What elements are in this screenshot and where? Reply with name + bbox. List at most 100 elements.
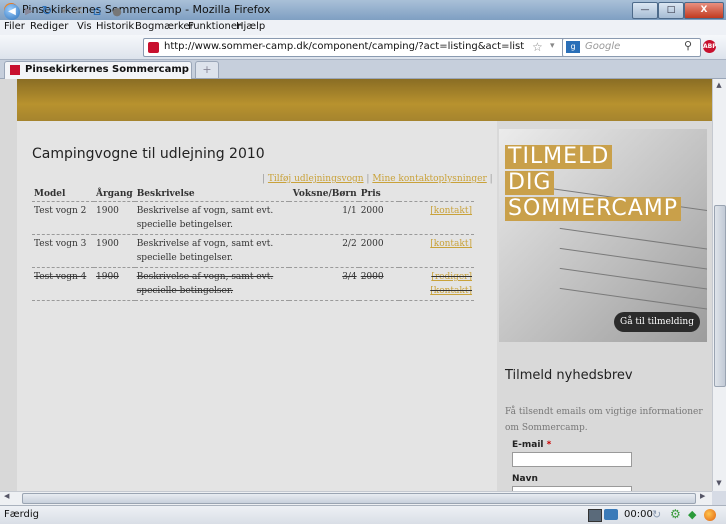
addon-icon[interactable] <box>704 509 716 521</box>
email-label-text: E-mail <box>512 440 544 450</box>
cell-model: Test vogn 3 <box>32 234 94 268</box>
maximize-button[interactable]: □ <box>658 2 684 19</box>
my-contact-info-link[interactable]: Mine kontaktoplysninger <box>372 174 486 184</box>
new-tab-button[interactable]: + <box>195 61 219 79</box>
table-row: Test vogn 3 1900 Beskrivelse af vogn, sa… <box>32 234 474 268</box>
form-line <box>559 267 707 292</box>
search-engine-icon[interactable]: g <box>566 41 580 53</box>
minimize-button[interactable]: — <box>632 2 658 19</box>
contact-link[interactable]: [kontakt] <box>430 286 472 296</box>
reload-icon[interactable]: ↻ <box>40 4 54 20</box>
signup-banner[interactable]: TILMELD DIG SOMMERCAMP Gå til tilmelding <box>499 129 707 342</box>
col-actions <box>398 187 474 202</box>
newsletter-text: Få tilsendt emails om vigtige informatio… <box>505 407 703 433</box>
listing-actions: | Tilføj udlejningsvogn | Mine kontaktop… <box>262 174 493 184</box>
menu-hjaelp[interactable]: Hjælp <box>236 21 265 32</box>
menu-historik[interactable]: Historik <box>96 21 134 32</box>
col-year: Årgang <box>94 187 135 202</box>
cell-description: Beskrivelse af vogn, samt evt. specielle… <box>134 201 289 235</box>
monitor-icon[interactable] <box>588 509 602 522</box>
table-row: Test vogn 4 1900 Beskrivelse af vogn, sa… <box>32 267 474 301</box>
cell-price: 2000 <box>358 234 399 268</box>
stop-icon[interactable]: ✕ <box>72 4 86 20</box>
col-adults-children: Voksne/Børn <box>288 187 359 202</box>
screen-icon[interactable] <box>604 509 618 520</box>
title-bar: Pinsekirkernes Sommercamp - Mozilla Fire… <box>0 0 726 20</box>
scroll-up-icon[interactable]: ▲ <box>714 81 724 91</box>
url-history-icon[interactable]: ▾ <box>550 41 555 51</box>
url-text: http://www.sommer-camp.dk/component/camp… <box>164 41 525 52</box>
status-text: Færdig <box>4 509 39 520</box>
newsletter-title: Tilmeld nyhedsbrev <box>505 368 633 383</box>
vertical-scroll-thumb[interactable] <box>714 205 726 387</box>
cell-actions: [rediger] [kontakt] <box>398 267 474 301</box>
menu-filer[interactable]: Filer <box>4 21 25 32</box>
menu-vis[interactable]: Vis <box>77 21 92 32</box>
goto-signup-button[interactable]: Gå til tilmelding <box>614 312 700 332</box>
adblock-icon[interactable]: ABP <box>703 40 717 53</box>
tab-label: Pinsekirkernes Sommercamp <box>25 64 189 75</box>
page-viewport: Campingvogne til udlejning 2010 | Tilføj… <box>0 79 712 491</box>
scroll-right-icon[interactable]: ▶ <box>700 492 710 502</box>
search-icon[interactable]: ⚲ <box>684 39 692 52</box>
bookmark-page-icon[interactable]: ● <box>110 4 124 20</box>
scroll-left-icon[interactable]: ◀ <box>4 492 14 502</box>
star-icon[interactable]: ☆ <box>532 40 543 54</box>
forward-button[interactable]: ▶ <box>22 4 36 20</box>
form-line <box>559 247 707 272</box>
actions-separator: | <box>489 174 493 184</box>
table-row: Test vogn 2 1900 Beskrivelse af vogn, sa… <box>32 201 474 235</box>
search-bar[interactable]: g Google ⚲ <box>562 38 701 57</box>
status-bar: Færdig 00:00 ↻ ⚙ ◆ <box>0 505 726 524</box>
shield-icon[interactable]: ◆ <box>688 508 696 521</box>
cell-model: Test vogn 4 <box>32 267 94 301</box>
edit-link[interactable]: [rediger] <box>431 272 472 282</box>
tab-favicon <box>10 65 20 75</box>
cell-actions: [kontakt] <box>398 201 474 235</box>
home-icon[interactable]: ⌂ <box>90 4 104 20</box>
site-favicon <box>148 42 159 53</box>
clock-text: 00:00 <box>624 509 653 520</box>
rental-table: Model Årgang Beskrivelse Voksne/Børn Pri… <box>32 187 474 301</box>
col-model: Model <box>32 187 94 202</box>
table-header-row: Model Årgang Beskrivelse Voksne/Børn Pri… <box>32 187 474 202</box>
scroll-down-icon[interactable]: ▼ <box>714 479 724 489</box>
cell-actions: [kontakt] <box>398 234 474 268</box>
contact-link[interactable]: [kontakt] <box>430 239 472 249</box>
sync-icon[interactable]: ↻ <box>652 508 661 521</box>
cell-adults-children: 1/1 <box>288 201 359 235</box>
dropdown-icon[interactable]: ▾ <box>60 4 68 20</box>
form-line <box>559 287 707 312</box>
header-banner <box>17 79 712 121</box>
gear-icon[interactable]: ⚙ <box>670 507 681 521</box>
cell-price: 2000 <box>358 201 399 235</box>
menu-funktioner[interactable]: Funktioner <box>188 21 241 32</box>
cell-description: Beskrivelse af vogn, samt evt. specielle… <box>134 234 289 268</box>
signup-heading: SOMMERCAMP <box>505 197 681 221</box>
contact-link[interactable]: [kontakt] <box>430 206 472 216</box>
cell-price: 2000 <box>358 267 399 301</box>
menu-rediger[interactable]: Rediger <box>30 21 68 32</box>
cell-year: 1900 <box>94 267 135 301</box>
actions-separator: | <box>366 174 370 184</box>
cell-year: 1900 <box>94 234 135 268</box>
form-line <box>559 227 707 252</box>
url-bar[interactable]: http://www.sommer-camp.dk/component/camp… <box>143 38 577 57</box>
col-description: Beskrivelse <box>134 187 289 202</box>
cell-description: Beskrivelse af vogn, samt evt. specielle… <box>134 267 289 301</box>
back-button[interactable]: ◀ <box>4 4 20 20</box>
email-field[interactable] <box>512 452 632 467</box>
email-label: E-mail * <box>512 440 551 450</box>
menu-bar: Filer Rediger Vis Historik Bogmærker Fun… <box>0 20 726 35</box>
cell-adults-children: 2/2 <box>288 234 359 268</box>
tab-active[interactable]: Pinsekirkernes Sommercamp <box>4 61 192 79</box>
name-label: Navn <box>512 474 538 484</box>
page-title: Campingvogne til udlejning 2010 <box>32 146 265 162</box>
close-button[interactable]: X <box>684 2 724 19</box>
menu-bogmaerker[interactable]: Bogmærker <box>135 21 194 32</box>
cell-year: 1900 <box>94 201 135 235</box>
horizontal-scroll-thumb[interactable] <box>22 493 696 504</box>
cell-adults-children: 3/4 <box>288 267 359 301</box>
add-rental-link[interactable]: Tilføj udlejningsvogn <box>268 174 364 184</box>
cell-model: Test vogn 2 <box>32 201 94 235</box>
